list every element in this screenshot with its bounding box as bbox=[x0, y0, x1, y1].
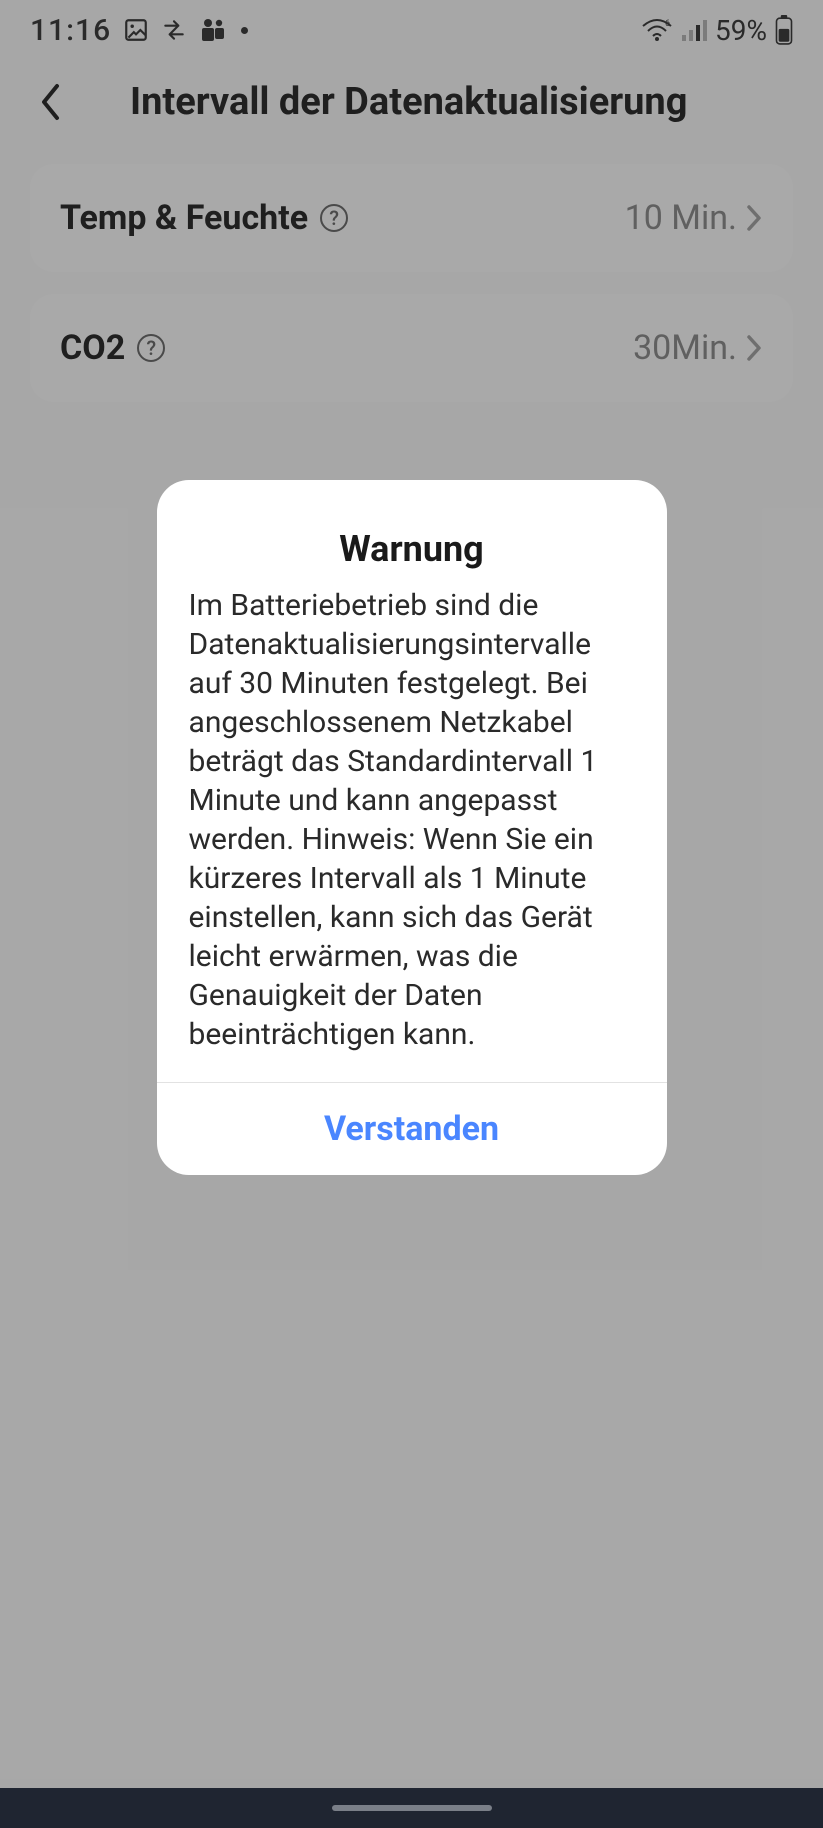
nav-bar bbox=[0, 1788, 823, 1828]
dialog-footer: Verstanden bbox=[157, 1082, 667, 1175]
dialog-title: Warnung bbox=[157, 480, 667, 586]
home-indicator[interactable] bbox=[332, 1805, 492, 1811]
warning-dialog: Warnung Im Batteriebetrieb sind die Date… bbox=[157, 480, 667, 1175]
understood-button[interactable]: Verstanden bbox=[157, 1109, 667, 1149]
dialog-body: Im Batteriebetrieb sind die Datenaktuali… bbox=[157, 586, 667, 1082]
modal-overlay[interactable]: Warnung Im Batteriebetrieb sind die Date… bbox=[0, 0, 823, 1828]
